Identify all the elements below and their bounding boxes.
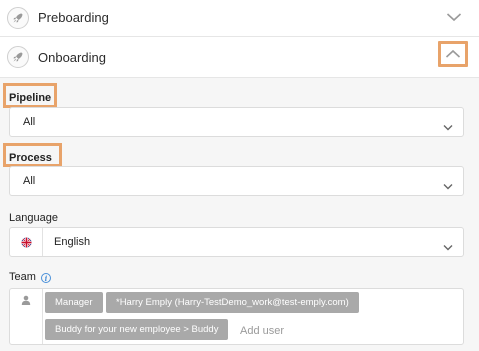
collapse-button[interactable] [438, 41, 468, 67]
chevron-down-icon [443, 238, 453, 256]
team-tag-manager[interactable]: Manager [45, 292, 103, 313]
chevron-up-icon [445, 49, 461, 58]
language-value: English [54, 236, 91, 248]
language-select[interactable]: English [9, 227, 464, 257]
language-label: Language [9, 212, 58, 224]
process-value: All [23, 175, 36, 187]
team-picker[interactable]: Manager *Harry Emply (Harry-TestDemo_wor… [9, 288, 464, 345]
team-tag-buddy[interactable]: Buddy for your new employee > Buddy [45, 319, 229, 340]
step-row-onboarding[interactable]: Onboarding [0, 37, 479, 78]
rocket-icon [7, 7, 29, 29]
process-label: Process [9, 152, 52, 164]
chevron-down-icon [443, 118, 453, 136]
step-label-preboarding: Preboarding [38, 10, 109, 25]
step-row-preboarding[interactable]: Preboarding [0, 0, 479, 37]
expand-button[interactable] [440, 6, 468, 28]
user-icon [10, 289, 43, 344]
info-icon[interactable]: i [41, 273, 51, 283]
rocket-icon [7, 46, 29, 68]
add-user-input[interactable]: Add user [240, 325, 284, 337]
team-tag-harry-emply[interactable]: *Harry Emply (Harry-TestDemo_work@test-e… [106, 292, 359, 313]
step-label-onboarding: Onboarding [38, 50, 106, 65]
chevron-down-icon [443, 177, 453, 195]
pipeline-select[interactable]: All [9, 107, 464, 137]
pipeline-value: All [23, 116, 36, 128]
process-select[interactable]: All [9, 166, 464, 196]
uk-flag-icon [10, 228, 43, 256]
chevron-down-icon [446, 13, 462, 22]
pipeline-label: Pipeline [9, 92, 52, 104]
team-label: Team [9, 271, 36, 283]
